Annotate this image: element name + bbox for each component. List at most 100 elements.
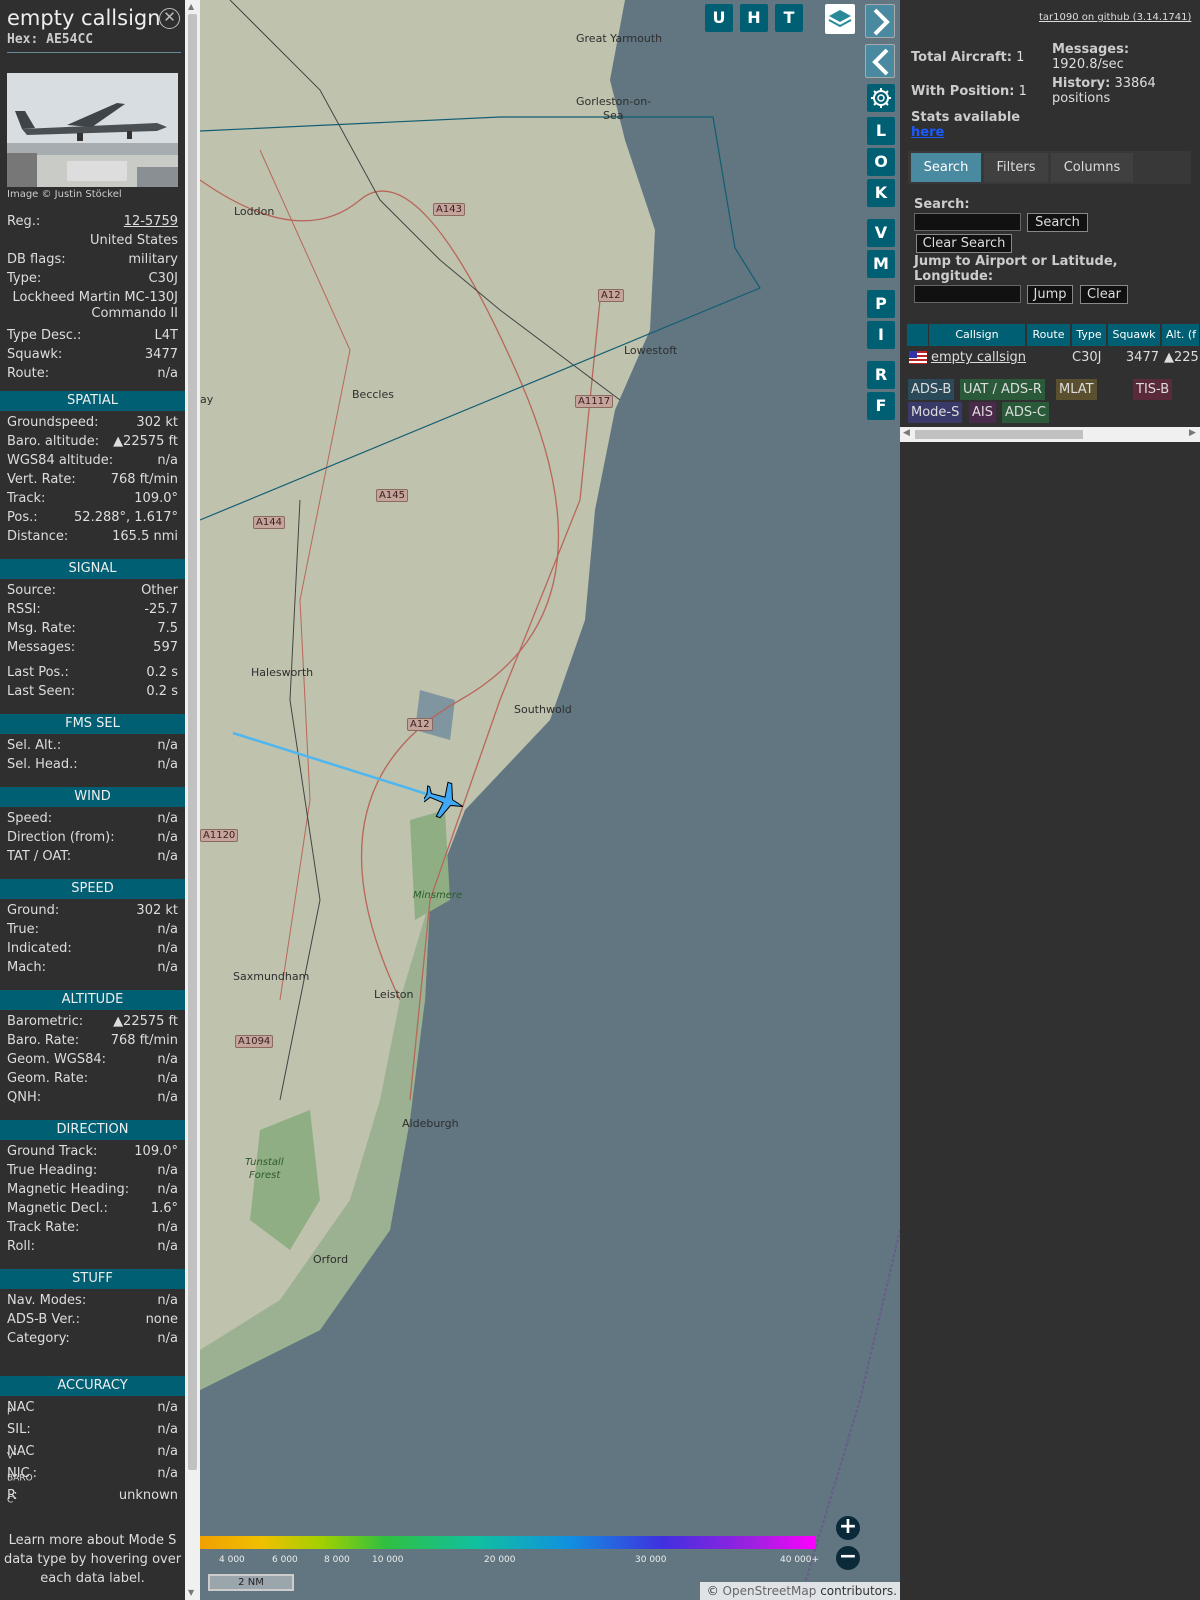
- search-input[interactable]: [914, 213, 1021, 231]
- column-header-altitude[interactable]: Alt. (f: [1162, 324, 1200, 346]
- speed-label: Ground:: [7, 903, 60, 918]
- direction-value: n/a: [157, 1220, 178, 1235]
- zoom-in-button[interactable]: +: [836, 1516, 860, 1540]
- clear-search-button[interactable]: Clear Search: [916, 234, 1012, 253]
- spatial-label: Baro. altitude:: [7, 434, 100, 449]
- chevron-left-icon[interactable]: [865, 44, 895, 78]
- badge-ais[interactable]: AIS: [969, 402, 996, 423]
- aircraft-photo[interactable]: [7, 73, 178, 187]
- column-header-type[interactable]: Type: [1072, 324, 1107, 346]
- map-button-m[interactable]: M: [867, 250, 895, 278]
- withpos-value: 1: [1018, 84, 1027, 99]
- signal-label: Messages:: [7, 640, 76, 655]
- sidebar-scrollbar[interactable]: ▲ ▼: [185, 0, 200, 1600]
- direction-label: Magnetic Decl.:: [7, 1201, 108, 1216]
- altitude-value: n/a: [157, 1052, 178, 1067]
- aircraft-marker-icon[interactable]: [424, 778, 464, 822]
- map-button-u[interactable]: U: [705, 4, 733, 32]
- jump-button[interactable]: Jump: [1027, 285, 1073, 304]
- map-button-k[interactable]: K: [867, 179, 895, 207]
- attribution-link[interactable]: OpenStreetMap: [723, 1584, 817, 1598]
- tab-search[interactable]: Search: [911, 153, 981, 182]
- map-button-f[interactable]: F: [867, 392, 895, 420]
- column-header-flag[interactable]: [907, 324, 929, 346]
- jump-input[interactable]: [914, 285, 1021, 303]
- zoom-out-button[interactable]: −: [836, 1546, 860, 1570]
- accuracy-row: NAC P: n/a: [7, 1400, 178, 1418]
- scrollbar-thumb[interactable]: [188, 14, 197, 1470]
- scroll-down-icon[interactable]: ▼: [188, 1588, 194, 1597]
- map-button-v[interactable]: V: [867, 219, 895, 247]
- map-button-r[interactable]: R: [867, 361, 895, 389]
- close-icon[interactable]: ✕: [159, 8, 180, 29]
- map-view[interactable]: Great Yarmouth Gorleston-on- Sea Loddon …: [200, 0, 900, 1600]
- reg-link[interactable]: 12-5759: [124, 214, 178, 229]
- accuracy-row: SIL: n/a: [7, 1422, 178, 1441]
- badge-mlat[interactable]: MLAT: [1056, 379, 1097, 400]
- hscroll-thumb[interactable]: [915, 430, 1083, 439]
- signal-value: 7.5: [157, 621, 178, 636]
- section-speed: SPEED: [0, 879, 185, 899]
- stuff-label: Category:: [7, 1331, 70, 1346]
- signal-label: Last Seen:: [7, 684, 76, 699]
- divider: [7, 52, 181, 53]
- map-button-t[interactable]: T: [775, 4, 803, 32]
- map-button-o[interactable]: O: [867, 148, 895, 176]
- layers-icon[interactable]: [825, 4, 855, 34]
- speed-value: 302 kt: [136, 903, 178, 918]
- scroll-left-icon[interactable]: ◀: [903, 428, 910, 438]
- direction-row: Magnetic Heading: n/a: [7, 1182, 178, 1201]
- altitude-label: Barometric:: [7, 1014, 84, 1029]
- map-button-i[interactable]: I: [867, 321, 895, 349]
- map-town: Minsmere: [413, 890, 463, 901]
- speed-value: n/a: [157, 922, 178, 937]
- map-town: Gorleston-on-: [576, 95, 652, 108]
- messages-label: Messages:: [1052, 42, 1130, 57]
- spatial-value: 109.0°: [134, 491, 178, 506]
- column-header-callsign[interactable]: Callsign: [929, 324, 1026, 346]
- chevron-right-icon[interactable]: [865, 4, 895, 38]
- type-label: Type:: [7, 271, 42, 286]
- spatial-label: Track:: [7, 491, 46, 506]
- accuracy-label: NIC: [7, 1466, 30, 1481]
- badge-modes[interactable]: Mode-S: [908, 402, 963, 423]
- map-town: Saxmundham: [233, 970, 310, 983]
- reg-label: Reg.:: [7, 214, 41, 229]
- github-link[interactable]: tar1090 on github (3.14.1741): [1039, 12, 1191, 23]
- model-row-2: Commando II: [7, 306, 178, 325]
- stats-link[interactable]: here: [911, 125, 944, 140]
- map-button-p[interactable]: P: [867, 290, 895, 318]
- section-altitude: ALTITUDE: [0, 990, 185, 1010]
- clear-button[interactable]: Clear: [1080, 285, 1128, 304]
- search-button[interactable]: Search: [1027, 213, 1088, 232]
- scroll-right-icon[interactable]: ▶: [1189, 428, 1196, 438]
- badge-tisb[interactable]: TIS-B: [1133, 379, 1173, 400]
- table-horizontal-scrollbar[interactable]: ◀ ▶: [900, 427, 1200, 442]
- badge-uat[interactable]: UAT / ADS-R: [960, 379, 1045, 400]
- altitude-color-legend: [200, 1536, 816, 1549]
- map-town: Tunstall: [245, 1157, 284, 1168]
- wind-value: n/a: [157, 830, 178, 845]
- fmssel-label: Sel. Alt.:: [7, 738, 62, 753]
- map-town: Great Yarmouth: [576, 32, 663, 45]
- map-town: Orford: [313, 1253, 349, 1266]
- scroll-up-icon[interactable]: ▲: [188, 2, 194, 11]
- row-callsign[interactable]: empty callsign: [931, 349, 1026, 367]
- column-header-squawk[interactable]: Squawk: [1108, 324, 1161, 346]
- badge-adsb[interactable]: ADS-B: [908, 379, 955, 400]
- route-value: n/a: [157, 366, 178, 381]
- altitude-row: Barometric: ▲22575 ft: [7, 1014, 178, 1033]
- gear-icon[interactable]: [867, 84, 895, 112]
- squawk-value: 3477: [144, 347, 178, 362]
- altitude-label: QNH:: [7, 1090, 42, 1105]
- tab-columns[interactable]: Columns: [1051, 153, 1133, 182]
- typedesc-value: L4T: [154, 328, 178, 343]
- spatial-value: ▲22575 ft: [113, 434, 178, 449]
- map-button-l[interactable]: L: [867, 117, 895, 145]
- badge-adsc[interactable]: ADS-C: [1002, 402, 1049, 423]
- column-header-route[interactable]: Route: [1027, 324, 1071, 346]
- map-town: Southwold: [514, 703, 572, 716]
- tab-filters[interactable]: Filters: [984, 153, 1048, 182]
- map-button-h[interactable]: H: [740, 4, 768, 32]
- spatial-value: n/a: [157, 453, 178, 468]
